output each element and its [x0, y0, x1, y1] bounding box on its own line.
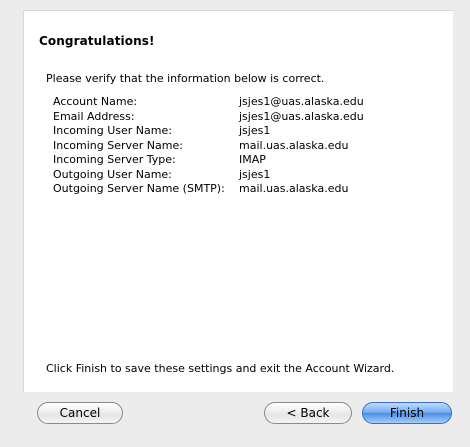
summary-row-outgoing-user-name: Outgoing User Name: jsjes1 — [53, 168, 364, 183]
field-label: Outgoing User Name: — [53, 167, 172, 181]
field-label: Outgoing Server Name (SMTP): — [53, 182, 225, 195]
summary-row-incoming-server-type: Incoming Server Type: IMAP — [53, 153, 364, 168]
back-button[interactable]: < Back — [264, 402, 352, 424]
page-title: Congratulations! — [39, 34, 155, 48]
field-label: Incoming Server Type: — [53, 153, 176, 166]
finish-button[interactable]: Finish — [362, 402, 452, 424]
summary-row-account-name: Account Name: jsjes1@uas.alaska.edu — [53, 95, 364, 110]
summary-row-outgoing-server-name: Outgoing Server Name (SMTP): mail.uas.al… — [53, 182, 364, 197]
cancel-button[interactable]: Cancel — [37, 402, 123, 424]
field-value: jsjes1 — [239, 167, 271, 181]
field-value: jsjes1 — [239, 124, 271, 137]
account-summary: Account Name: jsjes1@uas.alaska.edu Emai… — [53, 95, 364, 197]
field-value: IMAP — [239, 153, 266, 166]
intro-text: Please verify that the information below… — [46, 72, 325, 85]
field-label: Email Address: — [53, 109, 135, 123]
summary-row-email-address: Email Address: jsjes1@uas.alaska.edu — [53, 110, 364, 125]
field-label: Account Name: — [53, 95, 138, 108]
field-label: Incoming User Name: — [53, 124, 172, 137]
field-label: Incoming Server Name: — [53, 138, 183, 152]
summary-row-incoming-user-name: Incoming User Name: jsjes1 — [53, 124, 364, 139]
field-value: jsjes1@uas.alaska.edu — [239, 109, 364, 123]
wizard-content-panel — [23, 10, 453, 392]
field-value: mail.uas.alaska.edu — [239, 138, 349, 152]
footer-instructions: Click Finish to save these settings and … — [46, 362, 395, 375]
field-value: mail.uas.alaska.edu — [239, 182, 349, 195]
summary-row-incoming-server-name: Incoming Server Name: mail.uas.alaska.ed… — [53, 139, 364, 154]
field-value: jsjes1@uas.alaska.edu — [239, 95, 364, 108]
